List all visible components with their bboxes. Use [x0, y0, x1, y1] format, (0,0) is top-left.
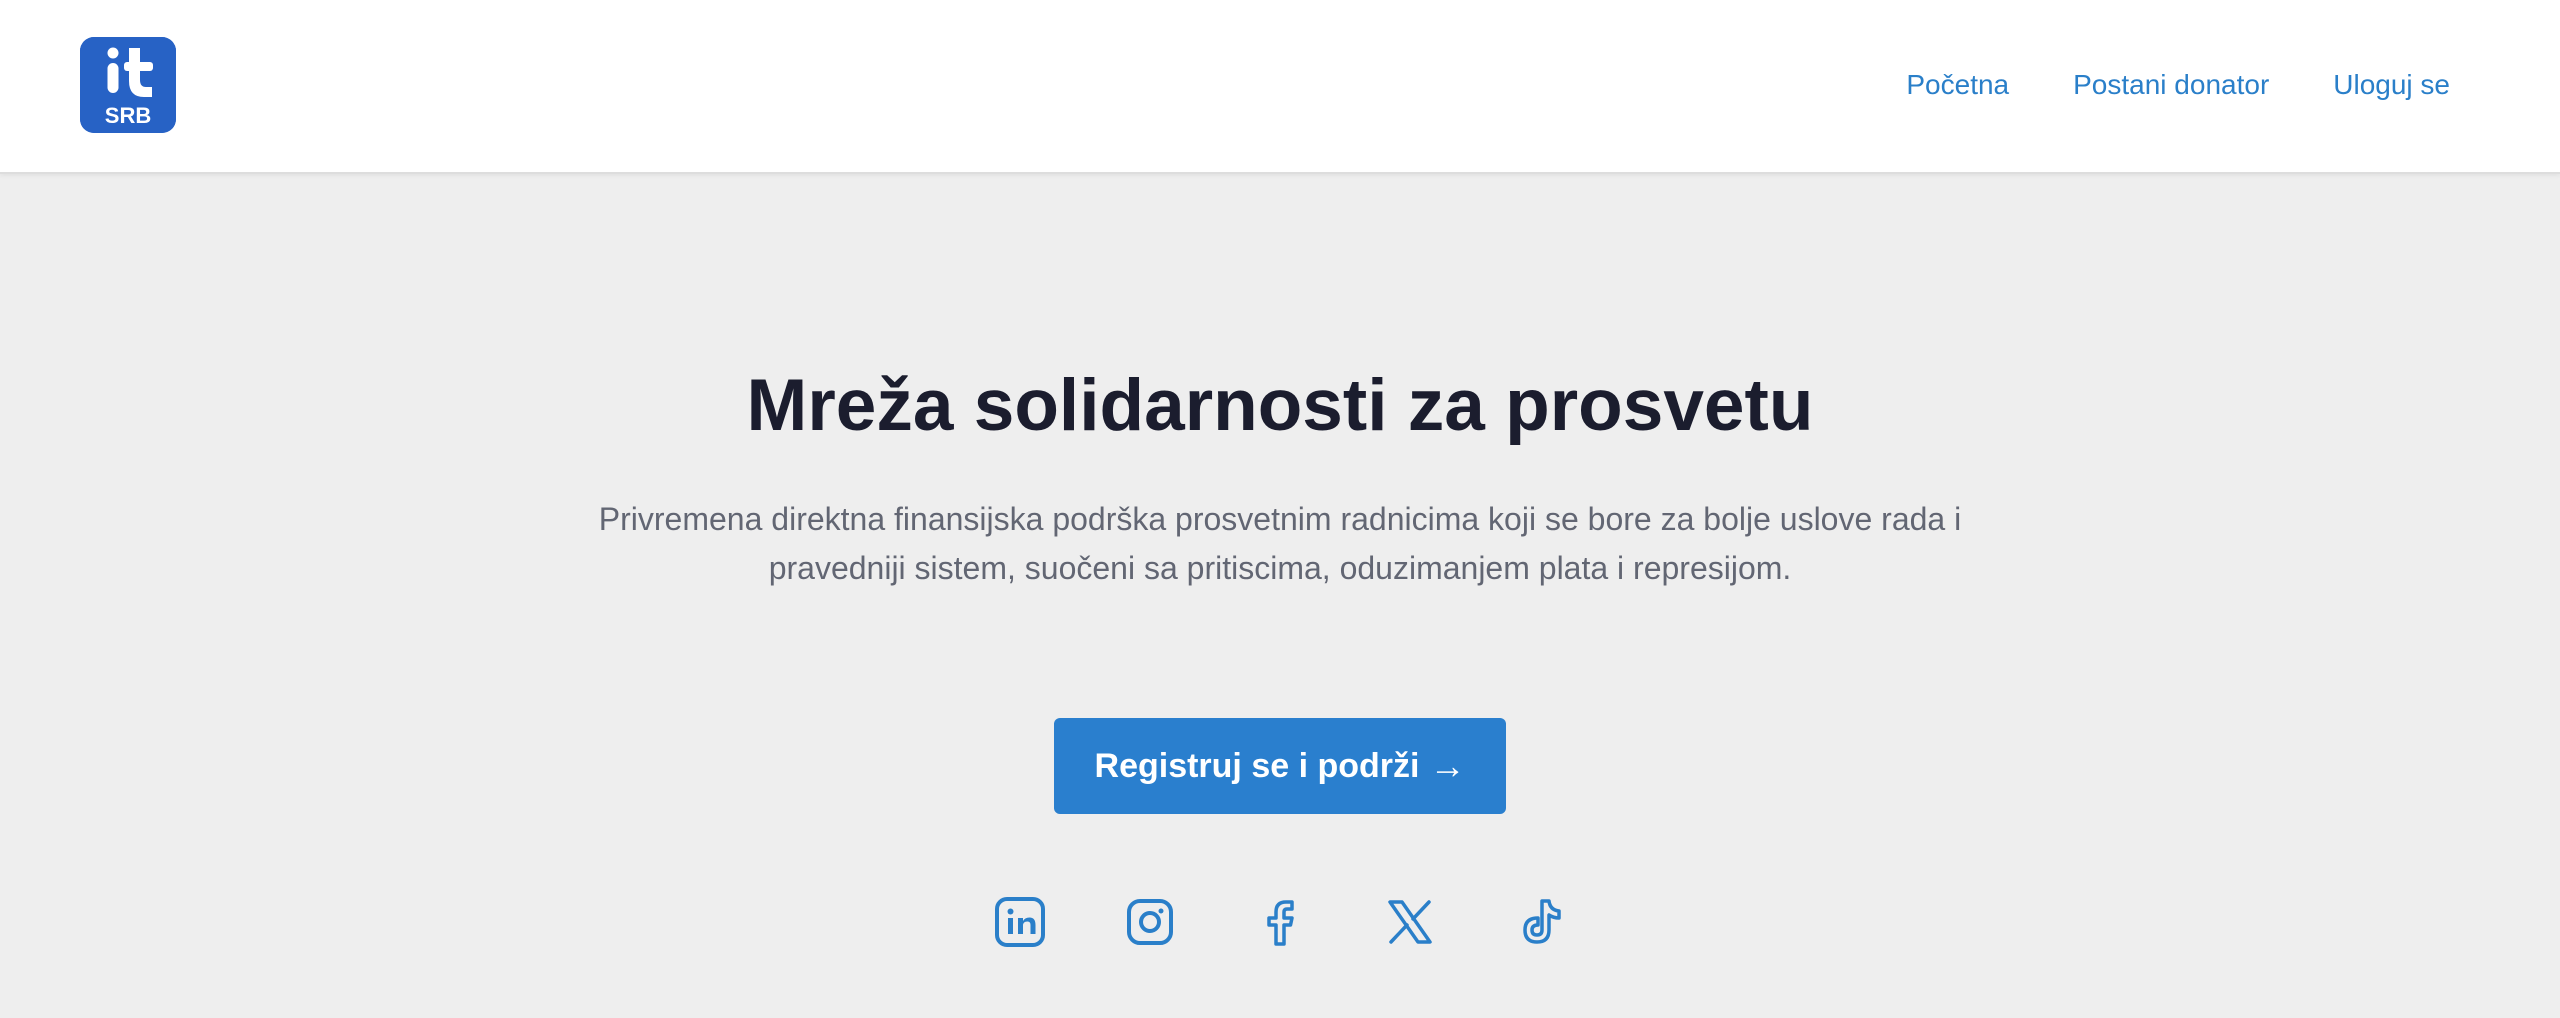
- tiktok-icon: [1523, 899, 1561, 944]
- register-support-label: Registruj se i podrži: [1094, 746, 1420, 785]
- site-header: SRB Početna Postani donator Uloguj se: [0, 0, 2560, 174]
- facebook-icon: [1267, 900, 1294, 946]
- itsrb-logo[interactable]: SRB: [80, 37, 176, 133]
- linkedin-icon: [995, 897, 1045, 947]
- nav-login[interactable]: Uloguj se: [2333, 69, 2450, 101]
- main-nav: Početna Postani donator Uloguj se: [1906, 0, 2450, 170]
- instagram-icon: [1127, 899, 1173, 945]
- logo-mark-icon: SRB: [80, 37, 176, 133]
- logo-srb-text: SRB: [105, 103, 151, 128]
- x-icon: [1388, 900, 1432, 944]
- tiktok-link[interactable]: [1514, 896, 1566, 948]
- linkedin-link[interactable]: [994, 896, 1046, 948]
- hero-title: Mreža solidarnosti za prosvetu: [746, 365, 1814, 447]
- hero-description: Privremena direktna finansijska podrška …: [598, 501, 1962, 586]
- arrow-right-icon: →: [1429, 745, 1466, 786]
- social-links: [0, 896, 2560, 948]
- register-support-button[interactable]: Registruj se i podrži →: [1054, 718, 1506, 814]
- nav-become-donor[interactable]: Postani donator: [2073, 69, 2269, 101]
- hero-section: Mreža solidarnosti za prosvetu Privremen…: [0, 174, 2560, 1018]
- nav-home[interactable]: Početna: [1906, 69, 2009, 101]
- instagram-link[interactable]: [1124, 896, 1176, 948]
- facebook-link[interactable]: [1254, 896, 1306, 948]
- x-link[interactable]: [1384, 896, 1436, 948]
